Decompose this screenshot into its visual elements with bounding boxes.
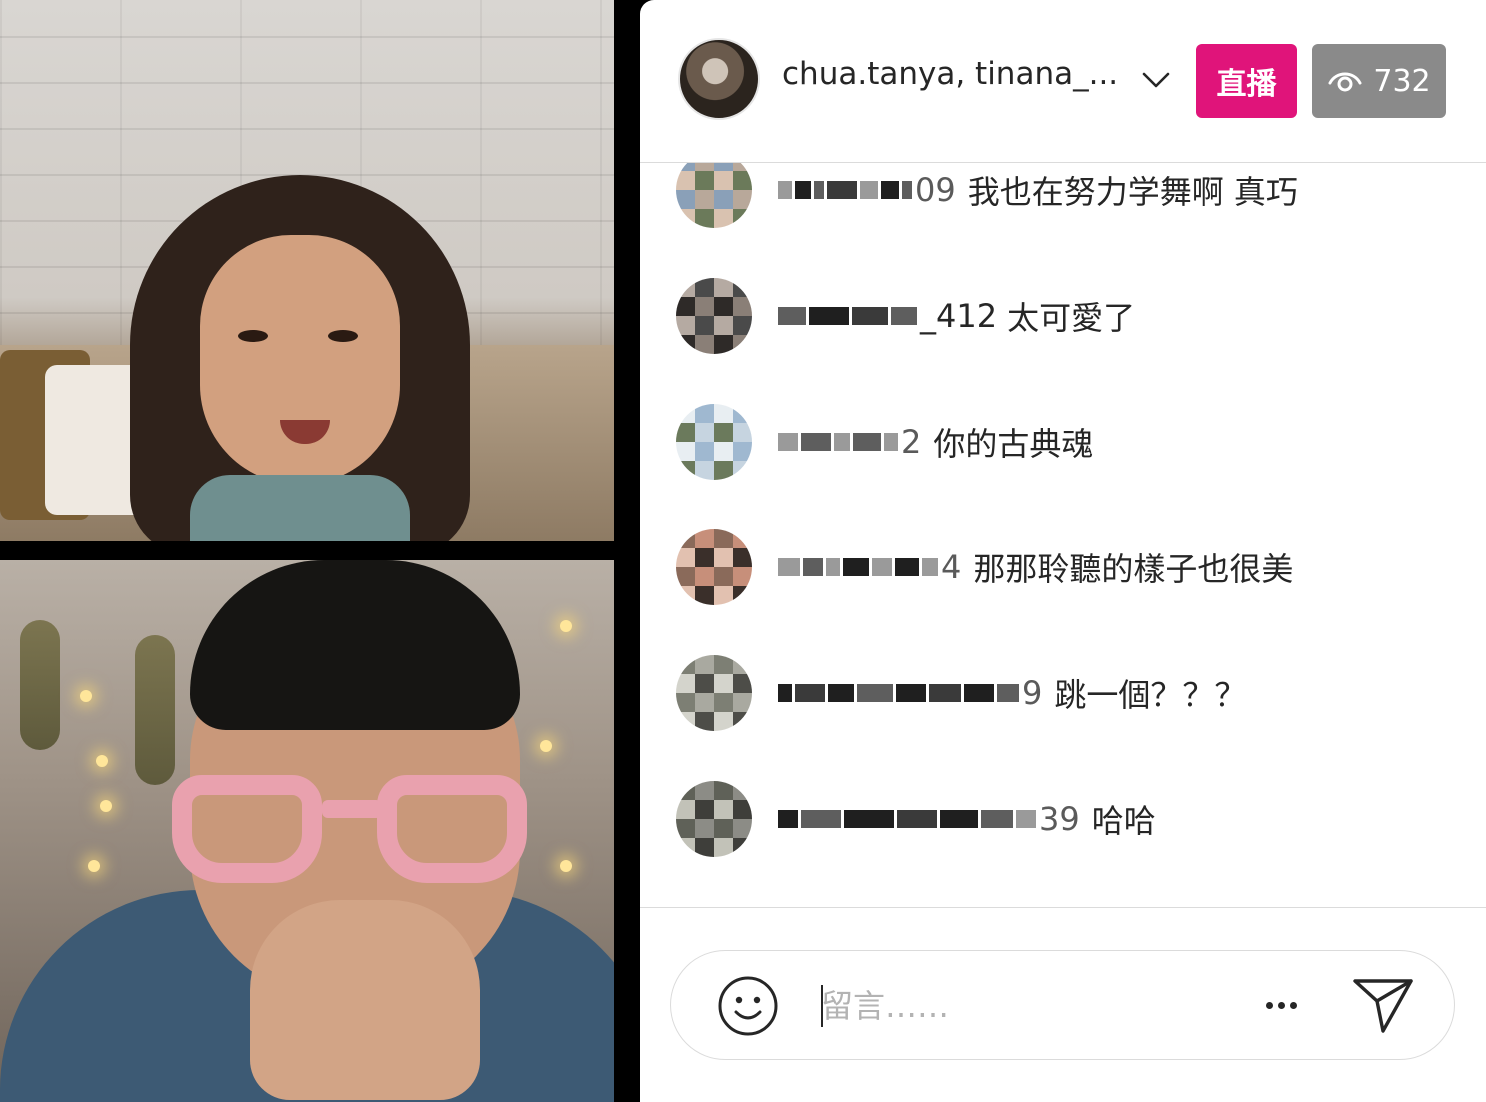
comment-avatar[interactable]: [676, 529, 752, 605]
comment-avatar[interactable]: [676, 781, 752, 857]
video-feed-guest: [0, 560, 614, 1102]
live-badge: 直播: [1196, 44, 1297, 118]
string-light: [560, 620, 572, 632]
comment-message: 你的古典魂: [933, 425, 1094, 463]
string-light: [88, 860, 100, 872]
host-avatar[interactable]: [678, 38, 760, 120]
smiley-icon[interactable]: [717, 975, 779, 1037]
comment-list: 09 我也在努力学舞啊 真巧 _412 太可愛了 2 你的古典魂 4 那那聆聽的…: [640, 163, 1486, 907]
host-names[interactable]: chua.tanya, tinana_...: [782, 56, 1118, 92]
comment-item: 9 跳一個？？？: [676, 653, 1246, 733]
comment-message: 跳一個？？？: [1054, 676, 1247, 714]
comment-username[interactable]: 9: [778, 674, 1054, 712]
viewer-count: 732: [1373, 63, 1431, 99]
comment-message: 我也在努力学舞啊 真巧: [967, 173, 1298, 211]
live-header: chua.tanya, tinana_... 直播 732: [640, 0, 1486, 163]
guest-person: [0, 560, 614, 1102]
eye-icon: [1328, 72, 1362, 92]
comment-username[interactable]: 4: [778, 548, 973, 586]
divider: [640, 907, 1486, 908]
more-horizontal-icon[interactable]: [1261, 985, 1301, 1025]
send-icon[interactable]: [1351, 975, 1415, 1035]
dried-flower: [20, 620, 60, 750]
comment-avatar[interactable]: [676, 655, 752, 731]
string-light: [80, 690, 92, 702]
string-light: [100, 800, 112, 812]
comment-composer: [670, 950, 1455, 1060]
comment-item: 2 你的古典魂: [676, 402, 1093, 482]
host-person: [130, 175, 470, 541]
comment-username[interactable]: 2: [778, 423, 933, 461]
comment-username[interactable]: 39: [778, 800, 1092, 838]
comment-message: 太可愛了: [1007, 299, 1136, 337]
comment-item: 09 我也在努力学舞啊 真巧: [676, 163, 1298, 230]
pink-glasses: [172, 775, 537, 885]
comment-avatar[interactable]: [676, 163, 752, 228]
comment-username[interactable]: 09: [778, 171, 968, 209]
comment-avatar[interactable]: [676, 404, 752, 480]
hand: [250, 900, 480, 1100]
string-light: [96, 755, 108, 767]
string-light: [560, 860, 572, 872]
comment-item: 39 哈哈: [676, 779, 1156, 859]
comment-username[interactable]: _412: [778, 297, 1007, 335]
comment-item: 4 那那聆聽的樣子也很美: [676, 527, 1293, 607]
comment-message: 那那聆聽的樣子也很美: [973, 550, 1294, 588]
chevron-down-icon[interactable]: [1140, 64, 1172, 96]
comment-input[interactable]: [821, 981, 1241, 1031]
comment-message: 哈哈: [1091, 802, 1156, 840]
viewer-count-badge[interactable]: 732: [1312, 44, 1446, 118]
live-chat-panel: chua.tanya, tinana_... 直播 732 09 我也在努力学舞…: [640, 0, 1486, 1102]
video-feed-host: [0, 0, 614, 541]
comment-avatar[interactable]: [676, 278, 752, 354]
comment-item: _412 太可愛了: [676, 276, 1135, 356]
